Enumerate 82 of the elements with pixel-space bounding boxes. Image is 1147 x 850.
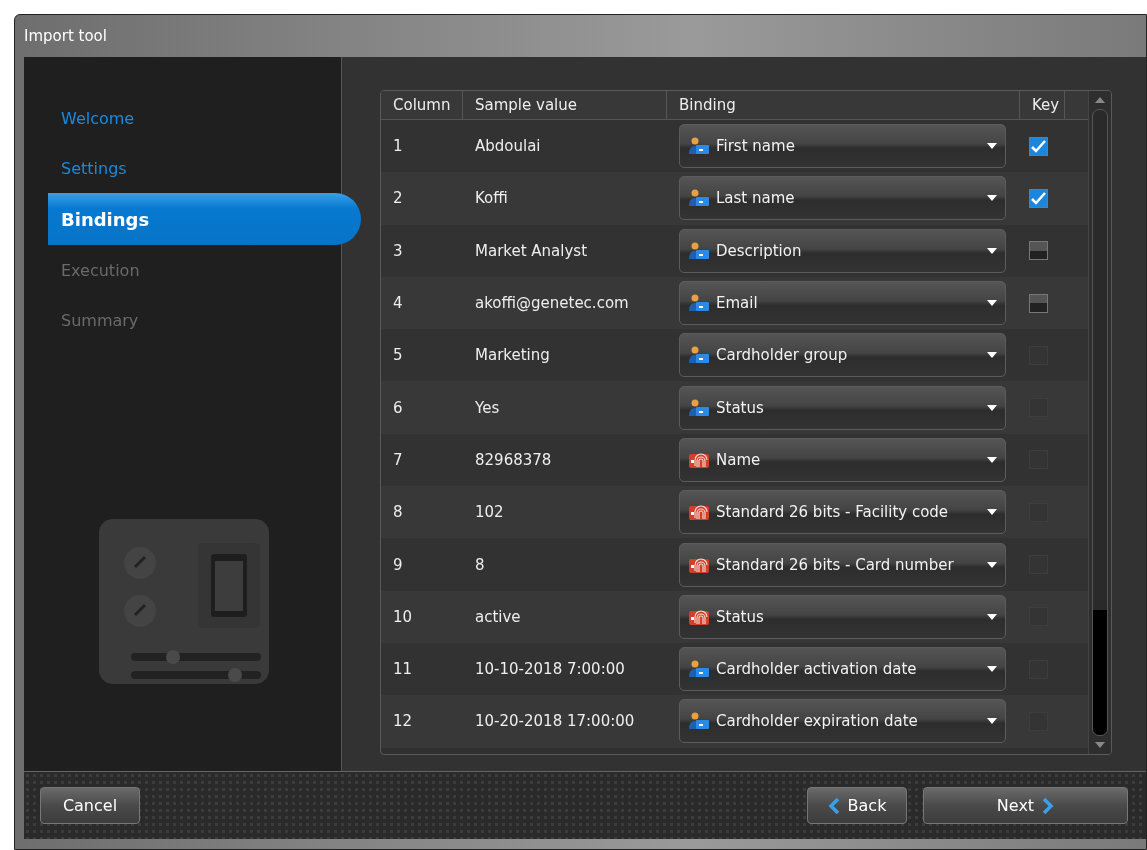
table-cell-text: 8 [392, 503, 404, 522]
caret-icon [987, 143, 997, 150]
cancel-button[interactable]: Cancel [40, 787, 140, 824]
binding-dropdown[interactable]: Description [679, 228, 1006, 273]
caret-icon [987, 509, 997, 516]
checkmark-icon [1031, 139, 1046, 153]
fingerprint-card-icon [688, 450, 710, 469]
wizard-step[interactable]: Settings [24, 143, 341, 193]
key-checkbox[interactable] [1029, 136, 1048, 156]
cardholder-icon [688, 241, 710, 260]
table-cell-text: 10-20-2018 17:00:00 [474, 712, 636, 731]
caret-icon [987, 247, 997, 254]
fingerprint-card-icon [688, 607, 710, 626]
table-cell-text: 4 [392, 294, 404, 313]
window-title: Import tool [24, 27, 107, 45]
caret-icon [987, 195, 997, 202]
table-cell-text: 5 [392, 346, 404, 365]
table-cell-text: 10-10-2018 7:00:00 [474, 660, 626, 679]
scroll-up-icon [1095, 97, 1105, 103]
table-cell-text: Koffi [474, 189, 509, 208]
table-cell-text: Yes [474, 398, 501, 417]
fingerprint-card-icon [688, 555, 710, 574]
wizard-step[interactable]: Welcome [24, 93, 341, 143]
table-cell-text: 8 [474, 555, 486, 574]
caret-icon [987, 456, 997, 463]
caret-icon [987, 666, 997, 673]
table-cell-text: Abdoulai [474, 137, 542, 156]
column-header[interactable]: Column [381, 91, 463, 119]
scroll-down-icon [1095, 742, 1105, 748]
table-cell-text: akoffi@genetec.com [474, 294, 630, 313]
table-cell-text: 11 [392, 660, 414, 679]
key-checkbox[interactable] [1029, 188, 1048, 208]
wizard-step[interactable]: Bindings [48, 193, 361, 245]
table-cell-text: active [474, 607, 522, 626]
cardholder-icon [688, 660, 710, 679]
caret-icon [987, 352, 997, 359]
binding-dropdown[interactable]: Email [679, 281, 1006, 326]
cardholder-icon [688, 712, 710, 731]
table-cell-text: 3 [392, 241, 404, 260]
cardholder-icon [688, 398, 710, 417]
binding-dropdown[interactable]: Cardholder activation date [679, 647, 1006, 692]
column-header[interactable]: Binding [667, 91, 1020, 119]
cardholder-icon [688, 346, 710, 365]
table-cell-text: 7 [392, 450, 404, 469]
binding-dropdown[interactable]: First name [679, 124, 1006, 169]
scroll-bar[interactable] [1088, 91, 1111, 754]
next-button[interactable]: Next [923, 787, 1128, 824]
caret-icon [987, 561, 997, 568]
column-header[interactable]: Sample value [463, 91, 667, 119]
table-cell-text: Market Analyst [474, 241, 589, 260]
caret-icon [987, 300, 997, 307]
binding-dropdown[interactable]: Standard 26 bits - Facility code [679, 490, 1006, 535]
table-cell-text: 1 [392, 137, 404, 156]
cardholder-icon [688, 294, 710, 313]
column-header[interactable]: Key [1020, 91, 1065, 119]
binding-dropdown[interactable]: Name [679, 437, 1006, 482]
binding-dropdown[interactable]: Last name [679, 176, 1006, 221]
table-cell-text: 10 [392, 607, 414, 626]
table-cell-text: 9 [392, 555, 404, 574]
table-cell-text: 102 [474, 503, 505, 522]
caret-icon [987, 718, 997, 725]
chevron-right-icon [1042, 797, 1055, 814]
key-checkbox[interactable] [1029, 241, 1048, 261]
binding-dropdown[interactable]: Status [679, 594, 1006, 639]
caret-icon [987, 613, 997, 620]
binding-dropdown[interactable]: Standard 26 bits - Card number [679, 542, 1006, 587]
table-cell-text: 6 [392, 398, 404, 417]
binding-dropdown[interactable]: Status [679, 385, 1006, 430]
back-button[interactable]: Back [807, 787, 907, 824]
key-checkbox[interactable] [1029, 293, 1048, 313]
table-cell-text: 82968378 [474, 450, 553, 469]
chevron-left-icon [827, 797, 840, 814]
table-cell-text: Marketing [474, 346, 551, 365]
caret-icon [987, 404, 997, 411]
table-cell-text: 2 [392, 189, 404, 208]
fingerprint-card-icon [688, 503, 710, 522]
checkmark-icon [1031, 191, 1046, 205]
binding-dropdown[interactable]: Cardholder group [679, 333, 1006, 378]
table-cell-text: 12 [392, 712, 414, 731]
cardholder-icon [688, 189, 710, 208]
cardholder-icon [688, 137, 710, 156]
binding-dropdown[interactable]: Cardholder expiration date [679, 699, 1006, 744]
